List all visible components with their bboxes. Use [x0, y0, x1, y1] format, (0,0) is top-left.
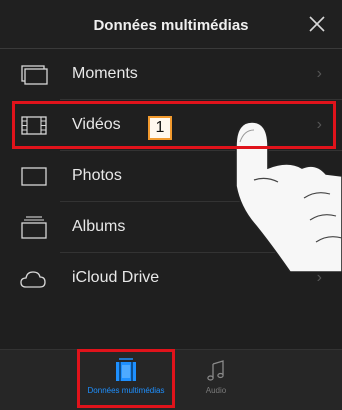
- chevron-right-icon: ›: [316, 269, 322, 286]
- list-item-label: Moments: [72, 65, 138, 82]
- list-item-label: Albums: [72, 218, 126, 235]
- tap-hand-illustration: [235, 121, 342, 272]
- moments-icon: [18, 60, 52, 90]
- page-title: Données multimédias: [93, 17, 249, 34]
- film-icon: [18, 111, 52, 141]
- tab-label: Données multimédias: [87, 386, 165, 395]
- list-item-label: iCloud Drive: [72, 269, 160, 286]
- cloud-icon: [18, 264, 52, 294]
- header-bar: Données multimédias: [0, 0, 342, 49]
- tab-label: Audio: [205, 386, 227, 395]
- tab-audio[interactable]: Audio: [171, 354, 261, 400]
- media-picker-panel: Données multimédias Moments › Vidéos › P…: [0, 0, 342, 410]
- tab-bar: Données multimédias Audio: [0, 349, 342, 410]
- tab-media-library[interactable]: Données multimédias: [81, 354, 171, 400]
- close-button[interactable]: [302, 9, 332, 39]
- list-item-label: Photos: [72, 167, 122, 184]
- list-item-moments[interactable]: Moments ›: [0, 49, 342, 100]
- chevron-right-icon: ›: [316, 65, 322, 82]
- albums-icon: [18, 213, 52, 243]
- step-number-badge: 1: [148, 116, 172, 140]
- media-library-icon: [81, 356, 171, 384]
- close-icon: [309, 16, 325, 32]
- music-note-icon: [171, 356, 261, 384]
- list-item-label: Vidéos: [72, 116, 121, 133]
- photo-frame-icon: [18, 162, 52, 192]
